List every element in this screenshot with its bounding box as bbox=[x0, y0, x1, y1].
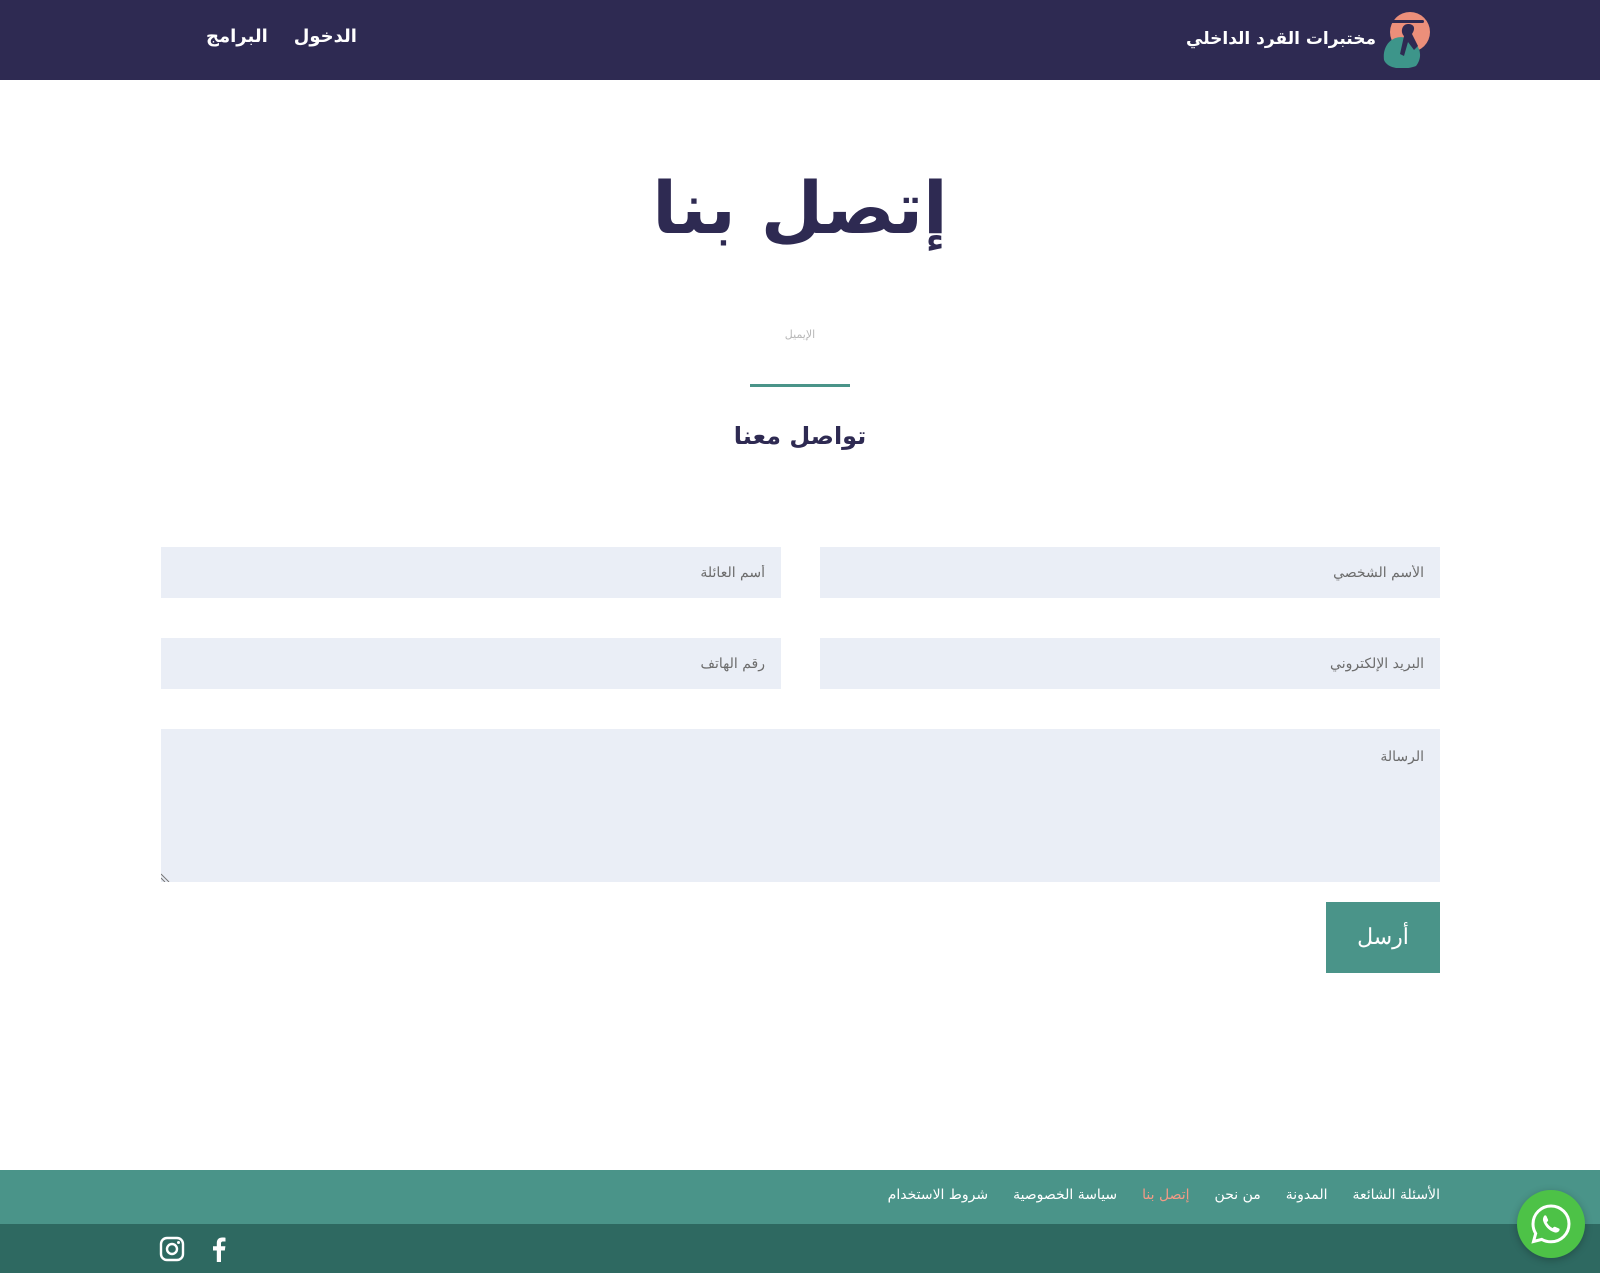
last-name-input[interactable] bbox=[161, 547, 781, 598]
first-name-input[interactable] bbox=[820, 547, 1440, 598]
footer-link-contact[interactable]: إتصل بنا bbox=[1142, 1187, 1189, 1203]
brand[interactable]: مختبرات القرد الداخلي bbox=[1186, 10, 1434, 68]
brand-name: مختبرات القرد الداخلي bbox=[1186, 29, 1376, 49]
footer-link-privacy[interactable]: سياسة الخصوصية bbox=[1013, 1187, 1117, 1203]
page-title: إتصل بنا bbox=[652, 166, 948, 250]
footer-link-terms[interactable]: شروط الاستخدام bbox=[888, 1187, 988, 1203]
whatsapp-icon bbox=[1531, 1204, 1571, 1244]
email-input[interactable] bbox=[820, 638, 1440, 689]
footer-social-bar bbox=[0, 1224, 1600, 1273]
footer-links-bar: الأسئلة الشائعة المدونة من نحن إتصل بنا … bbox=[0, 1170, 1600, 1224]
section-subtitle: تواصل معنا bbox=[733, 422, 867, 450]
title-divider bbox=[750, 384, 850, 387]
whatsapp-button[interactable] bbox=[1517, 1190, 1585, 1258]
footer-link-faq[interactable]: الأسئلة الشائعة bbox=[1353, 1187, 1441, 1203]
instagram-icon[interactable] bbox=[159, 1236, 185, 1262]
facebook-icon[interactable] bbox=[206, 1236, 232, 1262]
email-hint: الإيميل bbox=[784, 328, 816, 341]
phone-input[interactable] bbox=[161, 638, 781, 689]
footer-link-blog[interactable]: المدونة bbox=[1286, 1187, 1328, 1203]
footer-nav: الأسئلة الشائعة المدونة من نحن إتصل بنا … bbox=[888, 1187, 1440, 1203]
nav-login-link[interactable]: الدخول bbox=[294, 26, 357, 47]
footer-link-about[interactable]: من نحن bbox=[1215, 1187, 1261, 1203]
monkey-logo-icon bbox=[1383, 12, 1430, 68]
nav-programs-link[interactable]: البرامج bbox=[206, 26, 268, 47]
site-header: مختبرات القرد الداخلي الدخول البرامج bbox=[0, 0, 1600, 80]
main-nav: الدخول البرامج bbox=[206, 26, 357, 47]
submit-button[interactable]: أرسل bbox=[1326, 902, 1440, 973]
resize-grip-icon[interactable] bbox=[161, 872, 171, 882]
message-textarea[interactable] bbox=[161, 729, 1440, 882]
